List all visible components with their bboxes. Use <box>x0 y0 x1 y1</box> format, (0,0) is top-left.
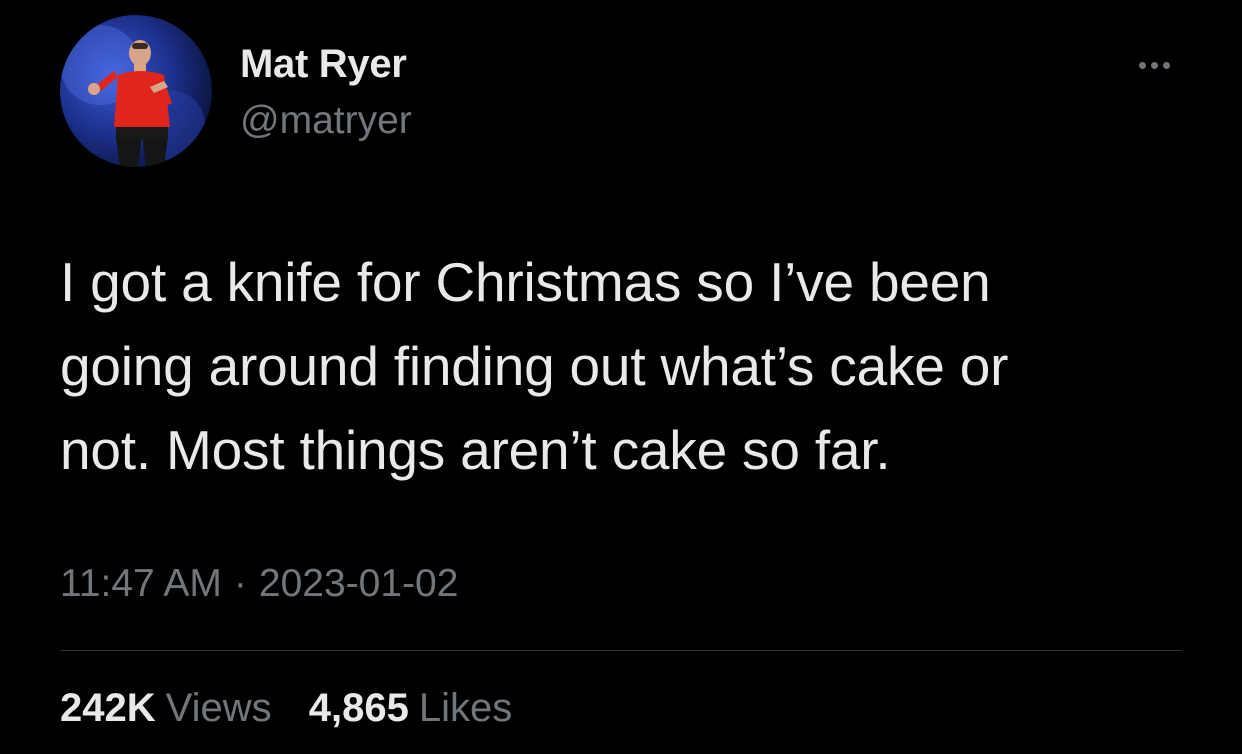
tweet-text-line: I got a knife for Christmas so I’ve been <box>60 251 991 313</box>
display-name[interactable]: Mat Ryer <box>240 42 407 87</box>
likes-label: Likes <box>418 686 513 730</box>
likes-stat[interactable]: 4,865 Likes <box>309 686 513 731</box>
tweet-date: 2023-01-02 <box>258 562 459 605</box>
user-handle[interactable]: @matryer <box>240 99 412 143</box>
divider <box>60 650 1182 651</box>
more-options-icon[interactable] <box>1128 52 1180 78</box>
dot <box>1150 61 1158 69</box>
avatar[interactable] <box>60 15 212 167</box>
likes-count: 4,865 <box>308 686 409 730</box>
tweet-stats: 242K Views 4,865 Likes <box>60 686 512 731</box>
meta-separator: · <box>233 562 247 605</box>
tweet-timestamp[interactable]: 11:47 AM · 2023-01-02 <box>60 562 458 606</box>
views-label: Views <box>165 686 272 730</box>
tweet-time: 11:47 AM <box>60 562 222 605</box>
views-count: 242K <box>60 686 156 730</box>
dot <box>1162 61 1170 69</box>
tweet-text: I got a knife for Christmas so I’ve been… <box>60 240 1190 492</box>
views-stat[interactable]: 242K Views <box>60 686 272 731</box>
dot <box>1138 61 1146 69</box>
avatar-photo <box>60 25 205 167</box>
tweet-text-line: not. Most things aren’t cake so far. <box>60 419 891 481</box>
tweet-text-line: going around finding out what’s cake or <box>60 335 1009 397</box>
tweet-card: Mat Ryer @matryer I got a knife for Chri… <box>0 0 1242 754</box>
